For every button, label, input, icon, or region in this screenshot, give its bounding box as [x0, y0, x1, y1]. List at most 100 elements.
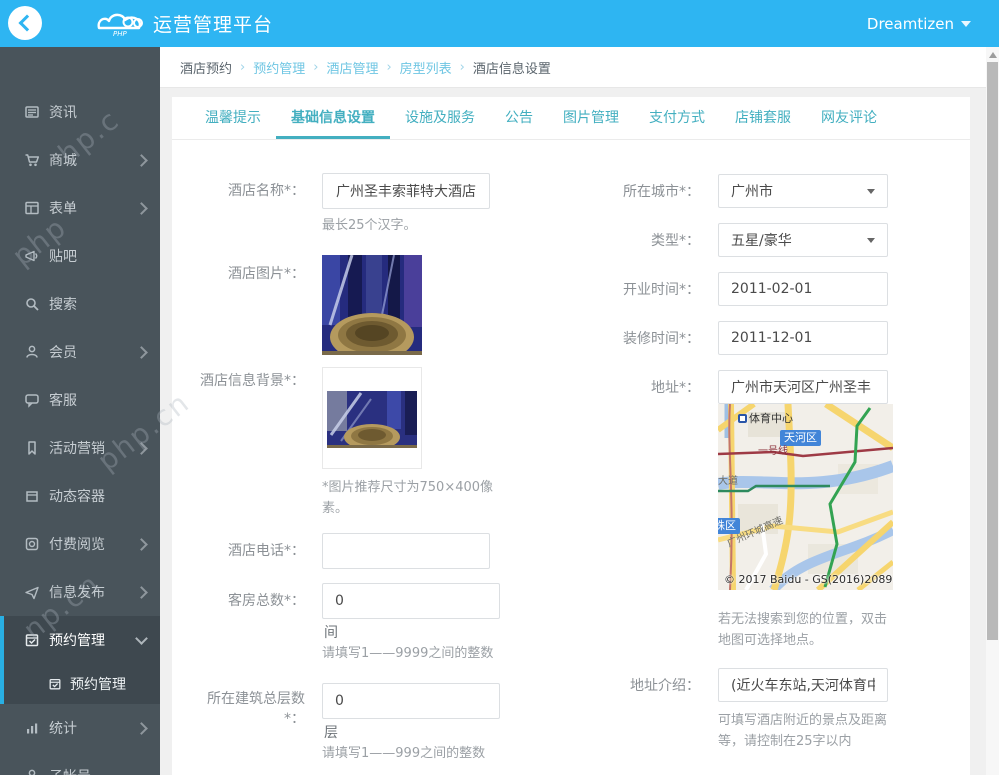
scrollbar-track[interactable]	[986, 47, 999, 775]
sidebar-item-label: 资讯	[49, 105, 77, 121]
tab-images[interactable]: 图片管理	[548, 97, 634, 139]
tab-basic-info[interactable]: 基础信息设置	[276, 97, 390, 139]
sidebar-item-publish[interactable]: 信息发布	[0, 568, 160, 616]
subaccount-icon	[28, 769, 36, 775]
app-logo: PHP 运营管理平台	[95, 6, 273, 40]
sidebar-item-members[interactable]: 会员	[0, 328, 160, 376]
address-intro-input[interactable]	[718, 668, 888, 702]
scrollbar-thumb[interactable]	[987, 62, 998, 640]
user-name: Dreamtizen	[866, 14, 954, 33]
type-select[interactable]: 五星/豪华	[718, 223, 888, 257]
hotel-phone-input[interactable]	[322, 533, 490, 569]
floors-input[interactable]	[322, 683, 500, 719]
sidebar-active-group: 预约管理 预约管理	[0, 616, 160, 704]
sidebar-item-paid-reading[interactable]: 付费阅览	[0, 520, 160, 568]
sidebar-item-label: 付费阅览	[49, 537, 105, 553]
breadcrumb-current: 酒店信息设置	[472, 61, 551, 77]
calendar-check-icon	[49, 678, 61, 690]
back-arrow-icon	[18, 14, 35, 32]
calendar-check-icon	[25, 634, 39, 647]
map-note: 若无法搜索到您的位置，双击地图可选择地点。	[718, 612, 888, 648]
renovate-date-input[interactable]	[718, 321, 888, 355]
room-total-label: 客房总数*：	[228, 593, 305, 609]
news-icon	[25, 106, 39, 118]
tab-facilities[interactable]: 设施及服务	[390, 97, 490, 139]
breadcrumb-link[interactable]: 房型列表	[400, 58, 452, 77]
breadcrumb-separator: ›	[313, 59, 319, 75]
type-label: 类型*：	[651, 233, 700, 249]
sidebar-item-label: 活动营销	[49, 441, 105, 457]
select-caret-icon	[867, 237, 875, 243]
floors-label: 所在建筑总层数*：	[207, 691, 305, 727]
hotel-photo[interactable]	[322, 255, 422, 355]
address-intro-label: 地址介绍：	[630, 678, 700, 694]
sidebar-item-label: 预约管理	[49, 633, 105, 649]
floors-unit: 层	[324, 725, 338, 741]
sidebar-item-subaccount[interactable]: 子帐号	[0, 752, 160, 775]
sidebar-item-label: 表单	[49, 201, 77, 217]
sidebar-item-container[interactable]: 动态容器	[0, 472, 160, 520]
map-metro-line-label: 一号线	[758, 446, 788, 457]
box-icon	[26, 491, 38, 502]
sidebar-item-forms[interactable]: 表单	[0, 184, 160, 232]
tab-notice[interactable]: 公告	[490, 97, 548, 139]
breadcrumb-separator: ›	[459, 59, 465, 75]
baidu-map[interactable]: 体育中心 天河区 一号线 大道 珠区 广州环城高速 © 2017 Baidu -…	[718, 404, 893, 590]
tab-shop-service[interactable]: 店铺套服	[720, 97, 806, 139]
hotel-name-input[interactable]	[322, 173, 490, 209]
open-date-input[interactable]	[718, 272, 888, 306]
sidebar-item-label: 会员	[49, 345, 77, 361]
city-select[interactable]: 广州市	[718, 174, 888, 208]
address-intro-help: 可填写酒店附近的景点及距离等，请控制在25字以内	[718, 713, 888, 749]
room-total-help: 请填写1——9999之间的整数	[322, 646, 494, 661]
renovate-date-label: 装修时间*：	[623, 331, 700, 347]
chevron-down-icon	[961, 20, 971, 27]
chat-icon	[25, 394, 39, 408]
breadcrumb-link[interactable]: 酒店管理	[326, 58, 378, 77]
breadcrumb-link[interactable]: 预约管理	[253, 58, 305, 77]
tab-reviews[interactable]: 网友评论	[806, 97, 892, 139]
chevron-right-icon	[135, 441, 148, 455]
sidebar-item-news[interactable]: 资讯	[0, 88, 160, 136]
bar-chart-icon	[27, 723, 38, 734]
chevron-right-icon	[135, 721, 148, 735]
user-menu[interactable]: Dreamtizen	[867, 0, 971, 47]
room-total-input[interactable]	[322, 583, 500, 619]
chevron-right-icon	[135, 345, 148, 359]
sidebar-item-search[interactable]: 搜索	[0, 280, 160, 328]
sidebar-item-label: 统计	[49, 721, 77, 737]
cloud-logo-icon: PHP	[97, 13, 143, 38]
address-input[interactable]	[718, 370, 888, 404]
sidebar-item-marketing[interactable]: 活动营销	[0, 424, 160, 472]
sidebar-item-label: 信息发布	[49, 585, 105, 601]
open-date-label: 开业时间*：	[623, 282, 700, 298]
sidebar-item-label: 客服	[49, 393, 77, 409]
breadcrumb-separator: ›	[386, 59, 392, 75]
sidebar-item-booking[interactable]: 预约管理	[4, 616, 160, 664]
sidebar-item-stats[interactable]: 统计	[0, 704, 160, 752]
content-card: 温馨提示 基础信息设置 设施及服务 公告 图片管理 支付方式 店铺套服 网友评论…	[172, 97, 970, 775]
tab-payment[interactable]: 支付方式	[634, 97, 720, 139]
back-button[interactable]	[8, 6, 42, 40]
map-poi-label: 体育中心	[738, 410, 793, 426]
hotel-bg-image	[327, 391, 417, 448]
sidebar-item-mall[interactable]: 商城	[0, 136, 160, 184]
sidebar-item-tieba[interactable]: 贴吧	[0, 232, 160, 280]
sidebar-subitem-booking-manage[interactable]: 预约管理	[4, 664, 160, 704]
sidebar-nav: 资讯 商城 表单 贴吧 搜索 会员 客服 活动营销 动态容器 付费阅览 信息发布…	[0, 47, 160, 775]
scroll-up-icon[interactable]	[989, 52, 997, 58]
chevron-right-icon	[135, 201, 148, 215]
chevron-down-icon	[135, 632, 148, 645]
floors-help: 请填写1——999之间的整数	[322, 746, 486, 761]
bookmark-icon	[28, 441, 36, 455]
tab-warm-tips[interactable]: 温馨提示	[190, 97, 276, 139]
form-icon	[25, 201, 39, 215]
tab-bar: 温馨提示 基础信息设置 设施及服务 公告 图片管理 支付方式 店铺套服 网友评论	[172, 97, 970, 140]
sidebar-item-label: 动态容器	[49, 489, 105, 505]
room-total-unit: 间	[324, 625, 338, 641]
hotel-bg-label: 酒店信息背景*：	[200, 373, 305, 389]
hotel-bg-upload[interactable]	[322, 367, 422, 469]
map-copyright: © 2017 Baidu - GS(2016)2089	[724, 573, 893, 586]
sidebar-item-service[interactable]: 客服	[0, 376, 160, 424]
hotel-name-help: 最长25个汉字。	[322, 218, 417, 233]
